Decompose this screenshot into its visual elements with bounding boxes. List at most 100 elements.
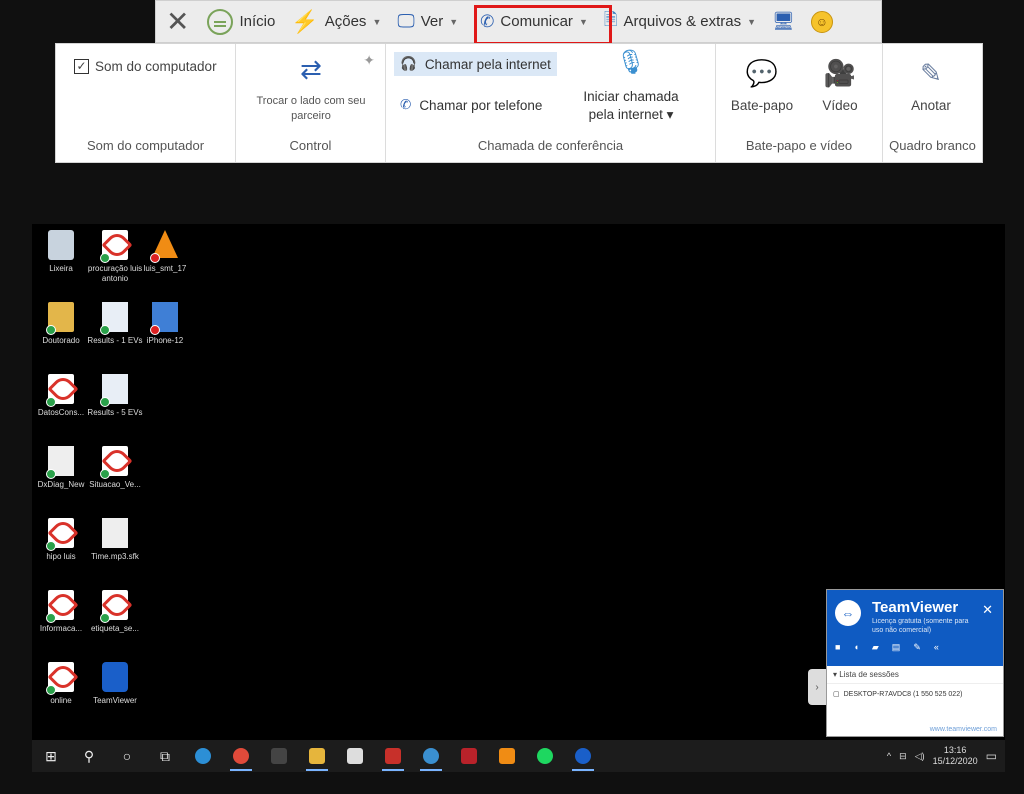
vlc-taskbar[interactable] — [488, 740, 526, 772]
edge-taskbar[interactable] — [184, 740, 222, 772]
video-icon[interactable]: ■ — [835, 642, 840, 653]
teamviewer-title: TeamViewer — [872, 599, 959, 616]
pdf-file-icon — [100, 230, 128, 263]
files-icon[interactable]: ▤ — [892, 642, 901, 653]
notification-icon[interactable]: ▭ — [986, 749, 997, 763]
start-button[interactable]: ⊞ — [32, 740, 70, 772]
store-taskbar[interactable] — [336, 740, 374, 772]
desktop-icon-luis-smt[interactable]: luis_smt_17 — [136, 230, 194, 274]
teamviewer-icon — [102, 662, 128, 692]
pin-icon[interactable]: ✦ — [363, 52, 375, 69]
headset-icon[interactable]: ◖ — [853, 642, 858, 653]
collapse-icon[interactable]: « — [934, 642, 939, 653]
computer-icon: ▢ — [833, 691, 840, 698]
chart-file-icon — [100, 374, 128, 407]
cortana-button[interactable]: ○ — [108, 740, 146, 772]
search-button[interactable]: ⚲ — [70, 740, 108, 772]
anotar-button[interactable]: ✎ Anotar — [895, 58, 967, 113]
arquivos-menu[interactable]: 🗎 Arquivos & extras ▼ — [596, 1, 764, 42]
phone-chat-icon: ✆ — [480, 11, 495, 31]
desktop-icon-informaca[interactable]: Informaca... — [32, 590, 90, 634]
video-label: Vídeo — [822, 98, 858, 113]
folder-icon — [46, 302, 74, 335]
icon-label: online — [50, 696, 72, 705]
desktop-icon-teamviewer[interactable]: TeamViewer — [86, 662, 144, 706]
iniciar-chamada-button[interactable]: 🎙 Iniciar chamada pela internet ▾ — [571, 48, 691, 124]
desktop-icon-online[interactable]: online — [32, 662, 90, 706]
icon-label: luis_smt_17 — [143, 264, 187, 273]
chrome-taskbar[interactable] — [222, 740, 260, 772]
video-button[interactable]: 🎥 Vídeo — [808, 58, 872, 113]
chat-icon[interactable]: ▰ — [872, 642, 879, 653]
close-icon[interactable]: ✕ — [982, 602, 993, 618]
icon-label: DatosCons... — [37, 408, 85, 417]
swap-sides-button[interactable]: ⇄ Trocar o lado com seu parceiro — [254, 54, 368, 124]
comunicar-menu[interactable]: ✆ Comunicar ▼ — [466, 1, 596, 42]
volume-icon[interactable]: ◁) — [915, 751, 925, 762]
video-camera-icon: 🎥 — [823, 58, 857, 88]
som-checkbox[interactable]: ✓ Som do computador — [74, 59, 217, 74]
terminal-taskbar[interactable] — [260, 740, 298, 772]
pdf-file-icon — [46, 590, 74, 623]
desktop-icon-time-mp3[interactable]: Time.mp3.sfk — [86, 518, 144, 562]
desktop-icon-doutorado[interactable]: Doutorado — [32, 302, 90, 346]
task-view-button[interactable]: ⧉ — [146, 740, 184, 772]
icon-label: iPhone-12 — [146, 336, 184, 345]
spotify-taskbar[interactable] — [526, 740, 564, 772]
acrobat-icon — [385, 748, 401, 764]
icon-label: TeamViewer — [93, 696, 137, 705]
session-row[interactable]: ▢ DESKTOP-R7AVDC8 (1 550 525 022) — [827, 684, 1003, 704]
sessions-header[interactable]: ▾ Lista de sessões — [827, 666, 1003, 684]
close-session-button[interactable]: ✕ — [156, 1, 199, 42]
desktop-icon-situacao[interactable]: Situacao_Ve... — [86, 446, 144, 490]
app-blue-taskbar[interactable] — [412, 740, 450, 772]
teamviewer-taskbar[interactable] — [564, 740, 602, 772]
comunicar-label: Comunicar — [500, 13, 573, 30]
desktop-icon-datoscons[interactable]: DatosCons... — [32, 374, 90, 418]
chat-group-label: Bate-papo e vídeo — [745, 138, 853, 153]
explorer-taskbar[interactable] — [298, 740, 336, 772]
feedback-button[interactable]: ☺ — [803, 1, 841, 42]
chamar-telefone-label: Chamar por telefone — [419, 97, 543, 113]
acrobat-taskbar[interactable] — [374, 740, 412, 772]
teamviewer-link[interactable]: www.teamviewer.com — [930, 726, 997, 733]
desktop-icon-etiqueta[interactable]: etiqueta_se... — [86, 590, 144, 634]
pen-icon[interactable]: ✎ — [913, 642, 921, 653]
monitors-icon: 🖥 — [772, 11, 795, 31]
panel-collapse-tab[interactable]: › — [808, 669, 826, 705]
desktop-icon-dxdiag[interactable]: DxDiag_New — [32, 446, 90, 490]
acoes-menu[interactable]: ⚡ Ações ▼ — [283, 1, 389, 42]
pen-icon: ✎ — [920, 58, 942, 88]
chrome-icon — [233, 748, 249, 764]
icon-label: Situacao_Ve... — [89, 480, 141, 489]
text-file-icon — [46, 446, 74, 479]
icon-label: DxDiag_New — [37, 480, 85, 489]
mendeley-taskbar[interactable] — [450, 740, 488, 772]
desktop-icon-results-5[interactable]: Results - 5 EVs — [86, 374, 144, 418]
comunicar-ribbon: ✓ Som do computador Som do computador ⇄ … — [55, 43, 983, 163]
spotify-icon — [537, 748, 553, 764]
icon-label: Time.mp3.sfk — [91, 552, 139, 561]
teamviewer-panel: ⇔ TeamViewer Licença gratuita (somente p… — [826, 589, 1004, 737]
swap-users-icon: ⇄ — [300, 54, 322, 84]
chamar-internet-button[interactable]: 🎧 Chamar pela internet — [394, 52, 557, 76]
network-icon[interactable]: ⊟ — [899, 751, 907, 762]
chart-file-icon — [100, 302, 128, 335]
desktop-icon-hipo-luis[interactable]: hipo luis — [32, 518, 90, 562]
inicio-button[interactable]: Início — [199, 1, 283, 42]
som-checkbox-label: Som do computador — [95, 59, 217, 74]
remote-monitor-button[interactable]: 🖥 — [764, 1, 803, 42]
icon-label: Lixeira — [49, 264, 73, 273]
recycle-bin-icon — [48, 230, 74, 260]
desktop-icon-lixeira[interactable]: Lixeira — [32, 230, 90, 274]
ver-menu[interactable]: 🖵 Ver ▼ — [389, 1, 466, 42]
desktop-icon-iphone12[interactable]: iPhone-12 — [136, 302, 194, 346]
windows-icon: ⊞ — [45, 747, 57, 764]
clock-date: 15/12/2020 — [932, 756, 978, 766]
vlc-icon — [499, 748, 515, 764]
chamar-telefone-button[interactable]: ✆ Chamar por telefone — [394, 93, 548, 117]
tray-expand-icon[interactable]: ^ — [887, 751, 891, 761]
som-group-label: Som do computador — [86, 138, 205, 153]
batepapo-button[interactable]: 💬 Bate-papo — [726, 58, 798, 113]
clock[interactable]: 13:16 15/12/2020 — [933, 745, 978, 767]
